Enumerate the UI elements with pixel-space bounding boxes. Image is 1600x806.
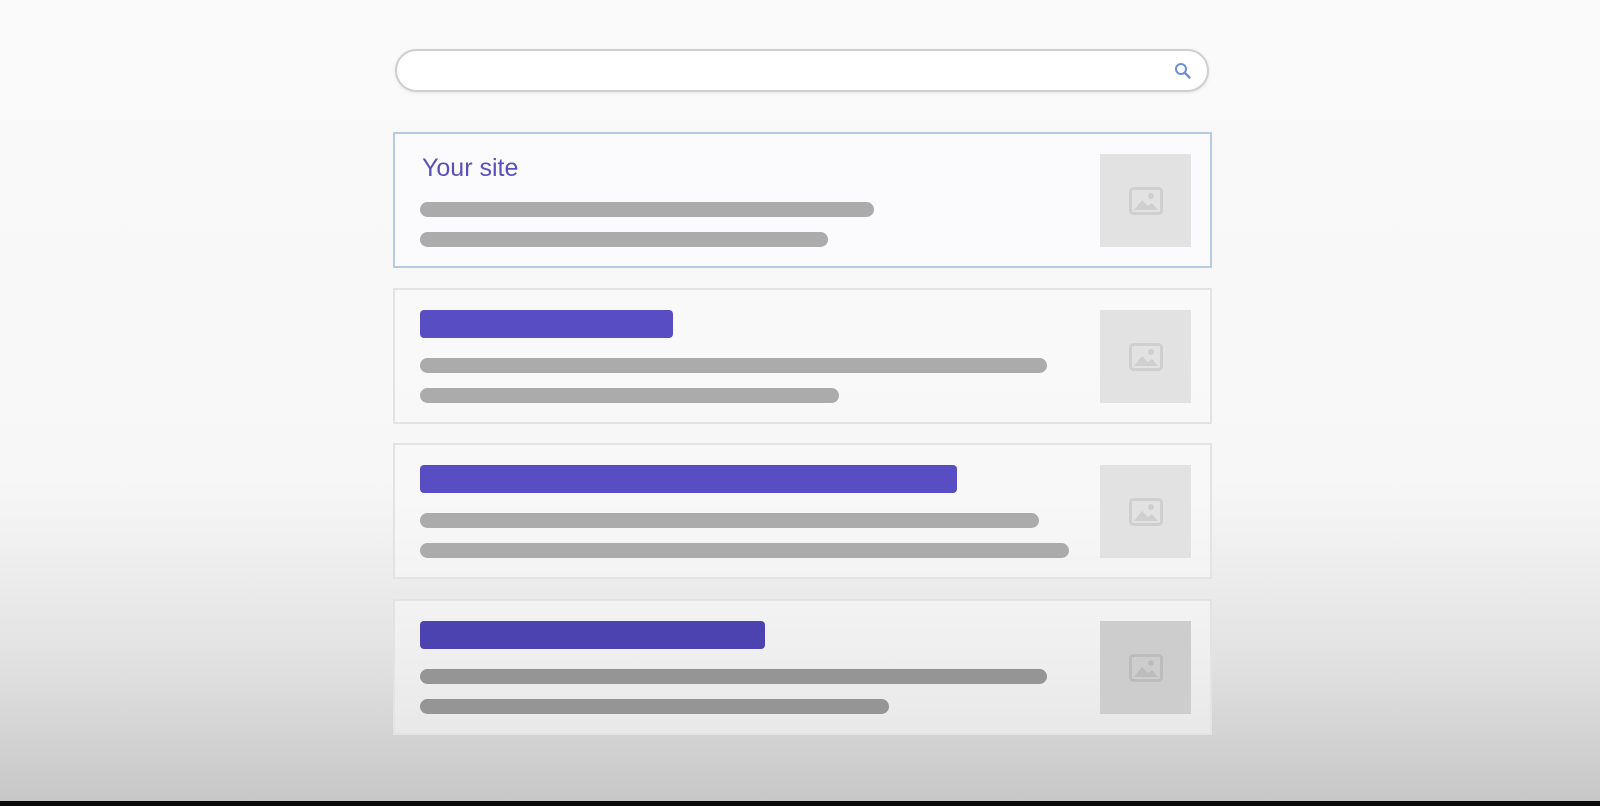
- result-thumbnail: [1100, 465, 1191, 558]
- result-title-placeholder: [420, 621, 765, 649]
- result-snippet-line: [420, 699, 889, 714]
- result-snippet-line: [420, 358, 1047, 373]
- bottom-border: [0, 801, 1600, 806]
- result-card-your-site[interactable]: Your site: [393, 132, 1212, 268]
- search-input[interactable]: [417, 59, 1161, 85]
- result-title-placeholder: [420, 310, 673, 338]
- result-card[interactable]: [393, 443, 1212, 579]
- result-snippet-line: [420, 543, 1069, 558]
- result-card[interactable]: [393, 288, 1212, 424]
- result-title-placeholder: [420, 465, 957, 493]
- result-snippet-line: [420, 202, 874, 217]
- image-placeholder-icon: [1128, 497, 1163, 526]
- result-thumbnail: [1100, 310, 1191, 403]
- image-placeholder-icon: [1128, 342, 1163, 371]
- result-snippet-line: [420, 232, 828, 247]
- result-card[interactable]: [393, 599, 1212, 735]
- search-results-page: Your site: [0, 0, 1600, 801]
- result-thumbnail: [1100, 154, 1191, 247]
- image-placeholder-icon: [1128, 186, 1163, 215]
- result-snippet-line: [420, 513, 1039, 528]
- result-snippet-line: [420, 669, 1047, 684]
- search-bar: [395, 49, 1209, 92]
- result-snippet-line: [420, 388, 839, 403]
- search-button[interactable]: [1173, 61, 1193, 81]
- result-thumbnail: [1100, 621, 1191, 714]
- image-placeholder-icon: [1128, 653, 1163, 682]
- result-title[interactable]: Your site: [422, 154, 518, 183]
- search-icon: [1175, 63, 1191, 79]
